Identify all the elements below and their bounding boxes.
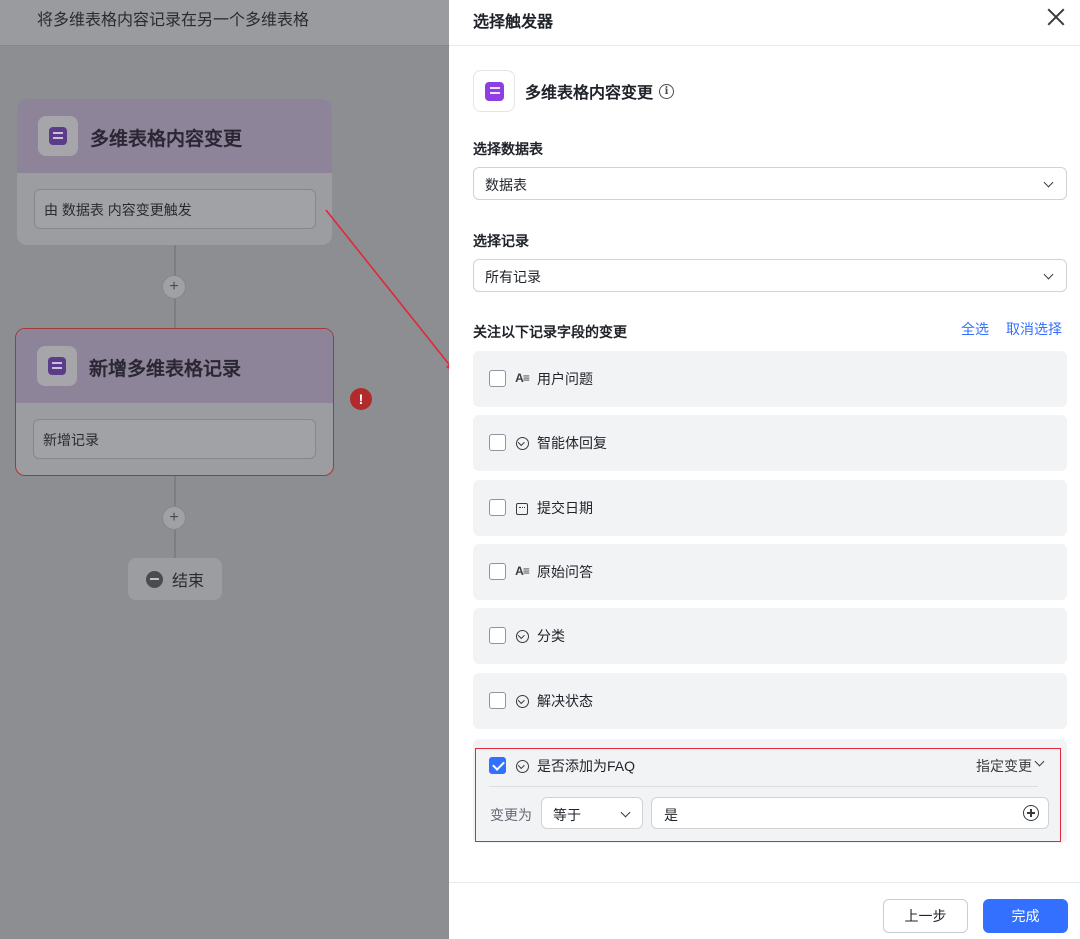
minus-circle-icon [145,570,163,588]
trigger-node[interactable]: 多维表格内容变更 由 数据表 内容变更触发 [17,99,332,245]
drawer-footer: 上一步 完成 [449,882,1080,939]
table-select-label: 选择数据表 [473,141,543,157]
info-icon[interactable]: i [659,83,675,99]
field-checkbox[interactable] [489,627,506,644]
field-row-user-question[interactable]: A≡ 用户问题 [473,351,1067,407]
trigger-node-title: 多维表格内容变更 [90,129,243,150]
record-select-value: 所有记录 [485,269,541,285]
add-step-button[interactable]: + [162,506,186,530]
deselect-link[interactable]: 取消选择 [1006,319,1062,339]
single-select-field-icon [514,691,530,709]
field-checkbox[interactable] [489,499,506,516]
trigger-node-icon-box [38,116,78,156]
field-row-resolve-status[interactable]: 解决状态 [473,673,1067,729]
field-row-submit-date[interactable]: 提交日期 [473,480,1067,536]
chevron-down-icon [1043,177,1054,188]
error-icon[interactable]: ! [350,388,372,410]
field-checkbox[interactable] [489,563,506,580]
table-select-value: 数据表 [485,177,527,193]
action-node[interactable]: 新增多维表格记录 新增记录 [15,328,334,476]
text-field-icon: A≡ [515,371,530,385]
action-node-icon-box [37,346,77,386]
field-row-agent-reply[interactable]: 智能体回复 [473,415,1067,471]
action-node-header: 新增多维表格记录 [16,329,333,403]
workflow-title: 将多维表格内容记录在另一个多维表格 [37,12,310,29]
field-name: 分类 [537,628,565,644]
end-node-label: 结束 [171,573,204,590]
field-name: 用户问题 [537,371,593,387]
close-icon[interactable] [1046,7,1066,27]
record-select-label: 选择记录 [473,233,529,249]
date-field-icon [514,498,530,516]
field-row-original-qa[interactable]: A≡ 原始问答 [473,544,1067,600]
field-name: 解决状态 [537,693,593,709]
field-row-category[interactable]: 分类 [473,608,1067,664]
trigger-icon-box [473,70,515,112]
bitable-icon [49,127,67,145]
trigger-drawer: 选择触发器 多维表格内容变更 i 选择数据表 数据表 选择记录 所有记录 关注以… [449,0,1080,939]
action-node-summary: 新增记录 [33,419,316,459]
field-name: 提交日期 [537,500,593,516]
field-checkbox[interactable] [489,434,506,451]
bitable-icon [484,81,504,101]
select-all-link[interactable]: 全选 [961,319,989,339]
drawer-header: 选择触发器 [449,0,1080,46]
field-checkbox[interactable] [489,692,506,709]
field-name: 智能体回复 [537,435,607,451]
add-step-button[interactable]: + [162,275,186,299]
workflow-canvas: 将多维表格内容记录在另一个多维表格 多维表格内容变更 由 数据表 内容变更触发 … [0,0,449,939]
drawer-title: 选择触发器 [473,14,554,31]
trigger-node-header: 多维表格内容变更 [17,99,332,173]
table-select[interactable]: 数据表 [473,167,1067,200]
previous-button[interactable]: 上一步 [883,899,968,933]
field-name: 原始问答 [537,564,593,580]
fields-section-label: 关注以下记录字段的变更 [473,324,627,340]
field-checkbox[interactable] [489,370,506,387]
chevron-down-icon [1043,269,1054,280]
canvas-header: 将多维表格内容记录在另一个多维表格 [0,0,449,46]
selected-trigger: 多维表格内容变更 i [473,70,675,112]
single-select-field-icon [514,433,530,451]
record-select[interactable]: 所有记录 [473,259,1067,292]
trigger-name: 多维表格内容变更 [525,85,654,102]
end-node[interactable]: 结束 [128,558,222,600]
bitable-icon [48,357,66,375]
text-field-icon: A≡ [515,564,530,578]
single-select-field-icon [514,626,530,644]
trigger-node-summary: 由 数据表 内容变更触发 [34,189,316,229]
action-node-title: 新增多维表格记录 [89,359,242,380]
highlight-box [475,748,1061,842]
done-button[interactable]: 完成 [983,899,1068,933]
